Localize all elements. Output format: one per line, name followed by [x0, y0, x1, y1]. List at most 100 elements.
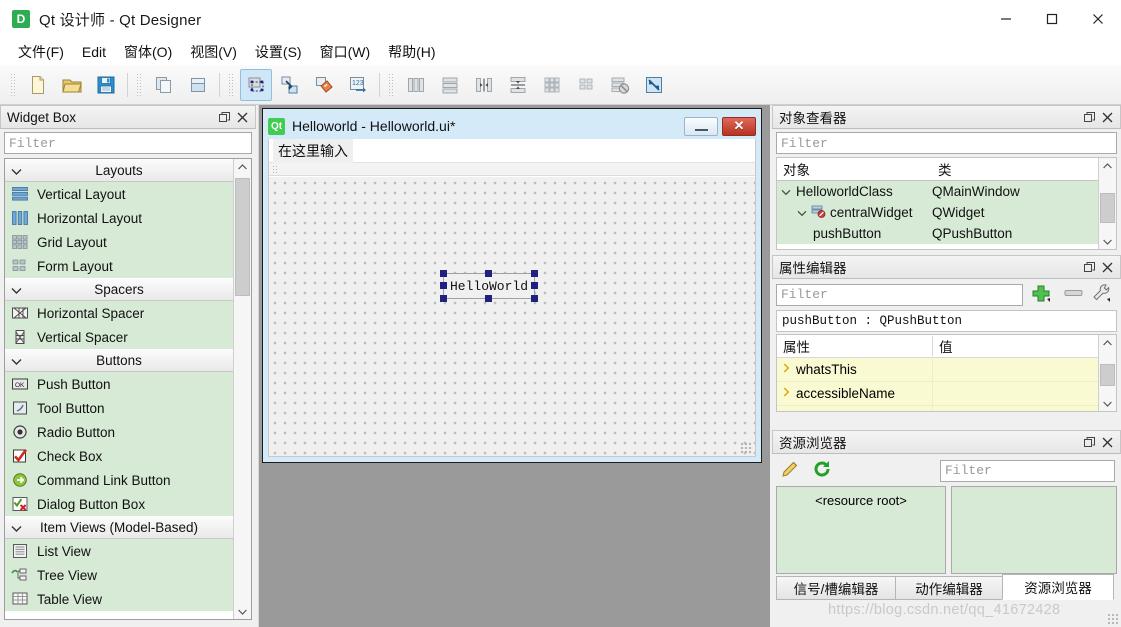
scroll-down-icon[interactable] [234, 604, 251, 619]
chevron-down-icon[interactable] [781, 184, 791, 199]
copy-button[interactable] [148, 69, 180, 101]
scroll-thumb[interactable] [1100, 364, 1115, 386]
scroll-track[interactable] [1099, 350, 1116, 396]
form-menu-placeholder[interactable]: 在这里输入 [273, 138, 353, 163]
layout-splitter-horizontal-button[interactable] [468, 69, 500, 101]
toolbar-grip-2[interactable] [136, 72, 143, 97]
menu-edit[interactable]: Edit [73, 41, 115, 63]
adjust-size-button[interactable] [638, 69, 670, 101]
form-close-button[interactable]: ✕ [722, 116, 756, 136]
form-canvas[interactable]: HelloWorld [269, 177, 755, 456]
scroll-up-icon[interactable] [234, 159, 251, 174]
object-tree-row[interactable]: HelloworldClass QMainWindow [777, 181, 1098, 202]
form-menu-bar[interactable]: 在这里输入 [269, 138, 755, 163]
scroll-track[interactable] [1099, 173, 1116, 234]
widget-item-tree-view[interactable]: Tree View [5, 563, 233, 587]
resize-handle-sw[interactable] [440, 295, 447, 302]
widget-box-scrollbar[interactable] [233, 159, 251, 619]
toolbar-grip-3[interactable] [228, 72, 235, 97]
save-form-button[interactable] [90, 69, 122, 101]
layout-horizontally-button[interactable] [400, 69, 432, 101]
property-row[interactable]: accessibleName [777, 382, 1098, 406]
object-tree-row[interactable]: pushButton QPushButton [777, 223, 1098, 244]
widget-item-grid-layout[interactable]: Grid Layout [5, 230, 233, 254]
object-tree-row[interactable]: centralWidget QWidget [777, 202, 1098, 223]
widget-item-horizontal-spacer[interactable]: Horizontal Spacer [5, 301, 233, 325]
resource-files-panel[interactable] [951, 486, 1117, 574]
widget-category-spacers[interactable]: Spacers [5, 278, 233, 301]
menu-form[interactable]: 窗体(O) [115, 39, 181, 65]
menu-file[interactable]: 文件(F) [9, 39, 73, 65]
property-row-partial[interactable] [777, 406, 1098, 411]
scroll-up-icon[interactable] [1099, 335, 1116, 350]
widget-category-item-views[interactable]: Item Views (Model-Based) [5, 516, 233, 539]
new-form-button[interactable] [22, 69, 54, 101]
resource-browser-close-button[interactable] [1098, 433, 1116, 451]
widget-item-tool-button[interactable]: Tool Button [5, 396, 233, 420]
resource-browser-float-button[interactable] [1080, 433, 1098, 451]
widget-item-command-link-button[interactable]: Command Link Button [5, 468, 233, 492]
paste-button[interactable] [182, 69, 214, 101]
tab-signal-slot-editor[interactable]: 信号/槽编辑器 [776, 576, 896, 600]
widget-item-dialog-button-box[interactable]: Dialog Button Box [5, 492, 233, 516]
chevron-down-icon[interactable] [797, 205, 807, 220]
widget-item-vertical-spacer[interactable]: Vertical Spacer [5, 325, 233, 349]
property-editor-close-button[interactable] [1098, 258, 1116, 276]
layout-form-button[interactable] [570, 69, 602, 101]
resize-handle-n[interactable] [485, 270, 492, 277]
widget-item-form-layout[interactable]: Form Layout [5, 254, 233, 278]
tab-action-editor[interactable]: 动作编辑器 [895, 576, 1003, 600]
widget-item-check-box[interactable]: Check Box [5, 444, 233, 468]
resize-handle-nw[interactable] [440, 270, 447, 277]
widget-box-close-button[interactable] [233, 108, 251, 126]
widget-box-filter-input[interactable]: Filter [4, 132, 252, 154]
menu-window[interactable]: 窗口(W) [311, 39, 380, 65]
edit-buddies-button[interactable] [308, 69, 340, 101]
form-size-grip[interactable] [740, 442, 752, 454]
break-layout-button[interactable] [604, 69, 636, 101]
widget-box-float-button[interactable] [215, 108, 233, 126]
property-editor-filter-input[interactable]: Filter [776, 283, 1023, 306]
edit-tab-order-button[interactable]: 123 [342, 69, 374, 101]
toolbar-grip[interactable] [10, 72, 17, 97]
scroll-up-icon[interactable] [1099, 158, 1116, 173]
wrench-icon[interactable] [1091, 283, 1113, 306]
resize-handle-ne[interactable] [531, 270, 538, 277]
resize-handle-e[interactable] [531, 282, 538, 289]
open-form-button[interactable] [56, 69, 88, 101]
widget-category-layouts[interactable]: Layouts [5, 159, 233, 182]
scroll-down-icon[interactable] [1099, 396, 1116, 411]
maximize-button[interactable] [1029, 0, 1075, 38]
resize-handle-w[interactable] [440, 282, 447, 289]
edit-widgets-button[interactable] [240, 68, 272, 101]
resize-handle-s[interactable] [485, 295, 492, 302]
widget-category-buttons[interactable]: Buttons [5, 349, 233, 372]
scroll-down-icon[interactable] [1099, 234, 1116, 249]
edit-signals-slots-button[interactable] [274, 69, 306, 101]
widget-item-horizontal-layout[interactable]: Horizontal Layout [5, 206, 233, 230]
resize-handle-se[interactable] [531, 295, 538, 302]
chevron-right-icon[interactable] [783, 387, 790, 400]
menu-view[interactable]: 视图(V) [181, 39, 246, 65]
widget-item-list-view[interactable]: List View [5, 539, 233, 563]
close-button[interactable] [1075, 0, 1121, 38]
remove-icon[interactable] [1063, 287, 1085, 302]
resource-root-panel[interactable]: <resource root> [776, 486, 946, 574]
scroll-thumb[interactable] [235, 178, 250, 296]
property-value[interactable] [932, 358, 1098, 381]
layout-splitter-vertical-button[interactable] [502, 69, 534, 101]
add-icon[interactable] [1031, 283, 1053, 306]
menu-settings[interactable]: 设置(S) [246, 39, 311, 65]
layout-vertically-button[interactable] [434, 69, 466, 101]
scroll-thumb[interactable] [1100, 193, 1115, 223]
layout-grid-button[interactable] [536, 69, 568, 101]
object-inspector-close-button[interactable] [1098, 108, 1116, 126]
minimize-button[interactable] [983, 0, 1029, 38]
object-inspector-scrollbar[interactable] [1098, 158, 1116, 249]
menu-help[interactable]: 帮助(H) [379, 39, 444, 65]
pencil-icon[interactable] [780, 459, 800, 482]
widget-item-vertical-layout[interactable]: Vertical Layout [5, 182, 233, 206]
property-value[interactable] [932, 382, 1098, 405]
scroll-track[interactable] [234, 174, 251, 604]
form-tool-grip[interactable] [272, 164, 277, 174]
